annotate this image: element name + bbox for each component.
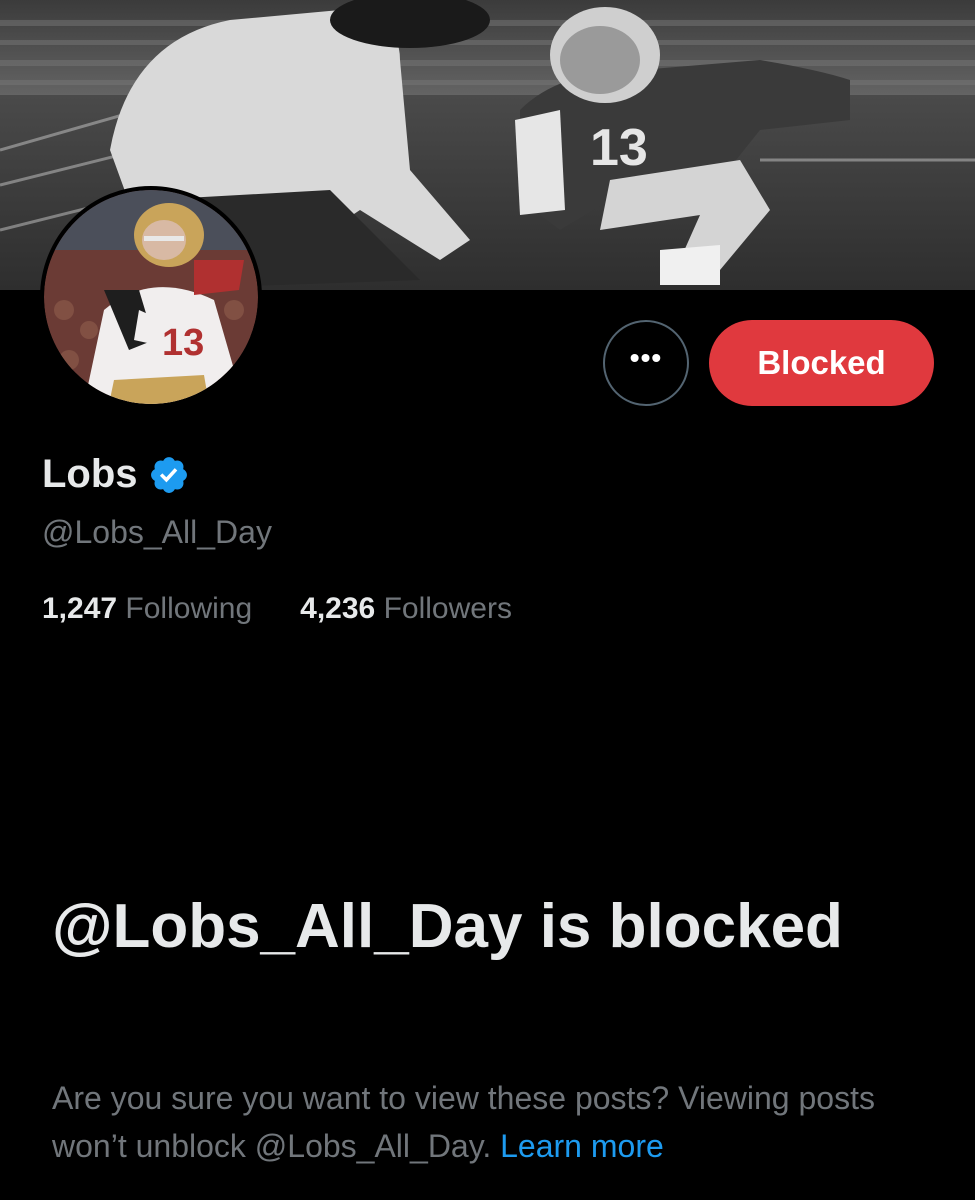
- blocked-notice-text: Are you sure you want to view these post…: [52, 1080, 875, 1164]
- following-label: Following: [125, 592, 253, 625]
- following-count: 1,247: [42, 592, 118, 625]
- blocked-button[interactable]: Blocked: [709, 320, 934, 406]
- more-options-icon: •••: [629, 342, 663, 373]
- profile-stats: 1,247 Following 4,236 Followers: [42, 592, 560, 626]
- followers-count: 4,236: [300, 592, 376, 625]
- learn-more-link[interactable]: Learn more: [500, 1128, 664, 1164]
- blocked-notice-title: @Lobs_All_Day is blocked: [52, 892, 843, 961]
- followers-link[interactable]: 4,236 Followers: [300, 592, 512, 626]
- svg-text:13: 13: [162, 322, 204, 364]
- avatar-photo: 13: [44, 190, 258, 404]
- following-link[interactable]: 1,247 Following: [42, 592, 252, 626]
- profile-handle: @Lobs_All_Day: [42, 514, 272, 550]
- profile-avatar[interactable]: 13: [40, 186, 262, 408]
- followers-label: Followers: [383, 592, 512, 625]
- more-options-button[interactable]: •••: [603, 320, 689, 406]
- profile-name-row: Lobs: [42, 452, 190, 497]
- verified-badge-icon[interactable]: [148, 454, 190, 496]
- svg-text:13: 13: [590, 119, 648, 177]
- blocked-notice-description: Are you sure you want to view these post…: [52, 1074, 932, 1170]
- display-name: Lobs: [42, 452, 138, 496]
